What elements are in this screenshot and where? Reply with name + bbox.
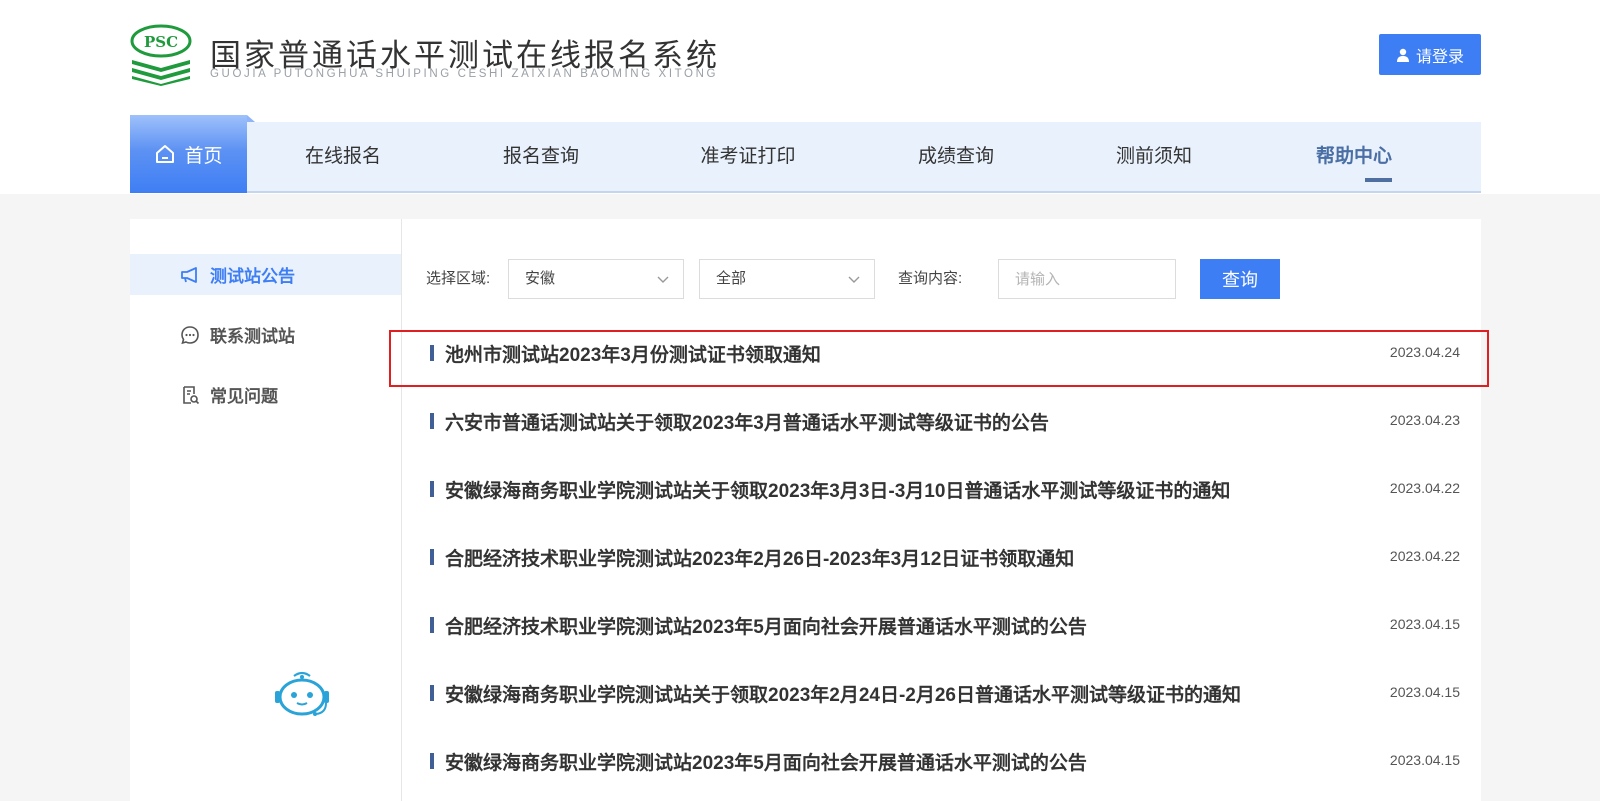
notice-title: 池州市测试站2023年3月份测试证书领取通知 xyxy=(445,345,821,366)
notice-bullet xyxy=(430,481,434,497)
sidebar: 测试站公告 联系测试站 常见问题 xyxy=(130,219,402,801)
sidebar-item-station-notices[interactable]: 测试站公告 xyxy=(130,254,401,295)
category-select-value: 全部 xyxy=(716,270,747,287)
content-panel: 测试站公告 联系测试站 常见问题 选择区域: 安徽 全部 查询内容: 请输入 查… xyxy=(130,219,1481,801)
notice-item[interactable]: 安徽绿海商务职业学院测试站关于领取2023年2月24日-2月26日普通话水平测试… xyxy=(430,674,1460,714)
category-select[interactable]: 全部 xyxy=(699,259,875,299)
notice-title: 合肥经济技术职业学院测试站2023年2月26日-2023年3月12日证书领取通知 xyxy=(445,549,1075,570)
notice-date: 2023.04.15 xyxy=(1389,684,1460,700)
notice-date: 2023.04.22 xyxy=(1389,480,1460,496)
notice-item[interactable]: 安徽绿海商务职业学院测试站关于领取2023年3月3日-3月10日普通话水平测试等… xyxy=(430,470,1460,510)
home-icon xyxy=(156,145,175,163)
notice-item[interactable]: 安徽绿海商务职业学院测试站2023年5月面向社会开展普通话水平测试的公告 202… xyxy=(430,742,1460,782)
notice-date: 2023.04.23 xyxy=(1389,412,1460,428)
robot-assistant-icon[interactable] xyxy=(272,671,332,717)
nav-item-registration-query[interactable]: 报名查询 xyxy=(503,122,579,191)
chat-bubble-icon xyxy=(181,325,199,344)
search-input[interactable] xyxy=(998,259,1176,299)
nav-active-indicator xyxy=(1365,178,1392,182)
notice-date: 2023.04.15 xyxy=(1389,616,1460,632)
login-label: 请登录 xyxy=(1415,48,1464,66)
sidebar-item-contact-station[interactable]: 联系测试站 xyxy=(130,314,401,355)
nav-item-score-query[interactable]: 成绩查询 xyxy=(918,122,994,191)
notice-title: 安徽绿海商务职业学院测试站关于领取2023年3月3日-3月10日普通话水平测试等… xyxy=(445,481,1231,502)
notice-date: 2023.04.15 xyxy=(1389,752,1460,768)
nav-item-online-registration[interactable]: 在线报名 xyxy=(305,122,381,191)
notice-bullet xyxy=(430,685,434,701)
notice-item[interactable]: 合肥经济技术职业学院测试站2023年2月26日-2023年3月12日证书领取通知… xyxy=(430,538,1460,578)
region-select[interactable]: 安徽 xyxy=(508,259,684,299)
notice-bullet xyxy=(430,753,434,769)
query-button[interactable]: 查询 xyxy=(1200,259,1280,299)
sidebar-item-label: 测试站公告 xyxy=(210,267,295,286)
megaphone-icon xyxy=(181,266,197,283)
notice-bullet xyxy=(430,617,434,633)
logo-text: PSC xyxy=(144,33,178,51)
notice-bullet xyxy=(430,345,434,361)
notice-date: 2023.04.22 xyxy=(1389,548,1460,564)
nav-home[interactable]: 首页 xyxy=(130,115,255,193)
notice-title: 合肥经济技术职业学院测试站2023年5月面向社会开展普通话水平测试的公告 xyxy=(445,617,1087,638)
site-subtitle: GUOJIA PUTONGHUA SHUIPING CESHI ZAIXIAN … xyxy=(210,68,719,80)
notice-date: 2023.04.24 xyxy=(1389,344,1460,360)
sidebar-item-faq[interactable]: 常见问题 xyxy=(130,374,401,415)
sidebar-item-label: 联系测试站 xyxy=(210,327,295,346)
sidebar-item-label: 常见问题 xyxy=(210,387,278,406)
chevron-down-icon xyxy=(848,276,860,283)
notice-bullet xyxy=(430,549,434,565)
chevron-down-icon xyxy=(657,276,669,283)
notice-item[interactable]: 合肥经济技术职业学院测试站2023年5月面向社会开展普通话水平测试的公告 202… xyxy=(430,606,1460,646)
nav-item-admission-print[interactable]: 准考证打印 xyxy=(700,122,795,191)
login-button[interactable]: 请登录 xyxy=(1379,34,1481,75)
user-icon xyxy=(1396,48,1409,62)
notice-item[interactable]: 六安市普通话测试站关于领取2023年3月普通话水平测试等级证书的公告 2023.… xyxy=(430,402,1460,442)
main-nav: 首页 在线报名 报名查询 准考证打印 成绩查询 测前须知 帮助中心 xyxy=(130,115,1481,193)
notice-item[interactable]: 池州市测试站2023年3月份测试证书领取通知 2023.04.24 xyxy=(430,334,1460,374)
region-label: 选择区域: xyxy=(426,270,491,287)
psc-logo: PSC xyxy=(130,24,192,86)
nav-item-pretest-notice[interactable]: 测前须知 xyxy=(1116,122,1192,191)
notice-title: 安徽绿海商务职业学院测试站关于领取2023年2月24日-2月26日普通话水平测试… xyxy=(445,685,1241,706)
region-select-value: 安徽 xyxy=(525,270,556,287)
nav-home-label: 首页 xyxy=(184,145,223,167)
notice-bullet xyxy=(430,413,434,429)
document-search-icon xyxy=(183,385,200,404)
notice-title: 安徽绿海商务职业学院测试站2023年5月面向社会开展普通话水平测试的公告 xyxy=(445,753,1087,774)
notice-title: 六安市普通话测试站关于领取2023年3月普通话水平测试等级证书的公告 xyxy=(445,413,1049,434)
query-label: 查询内容: xyxy=(898,270,963,287)
